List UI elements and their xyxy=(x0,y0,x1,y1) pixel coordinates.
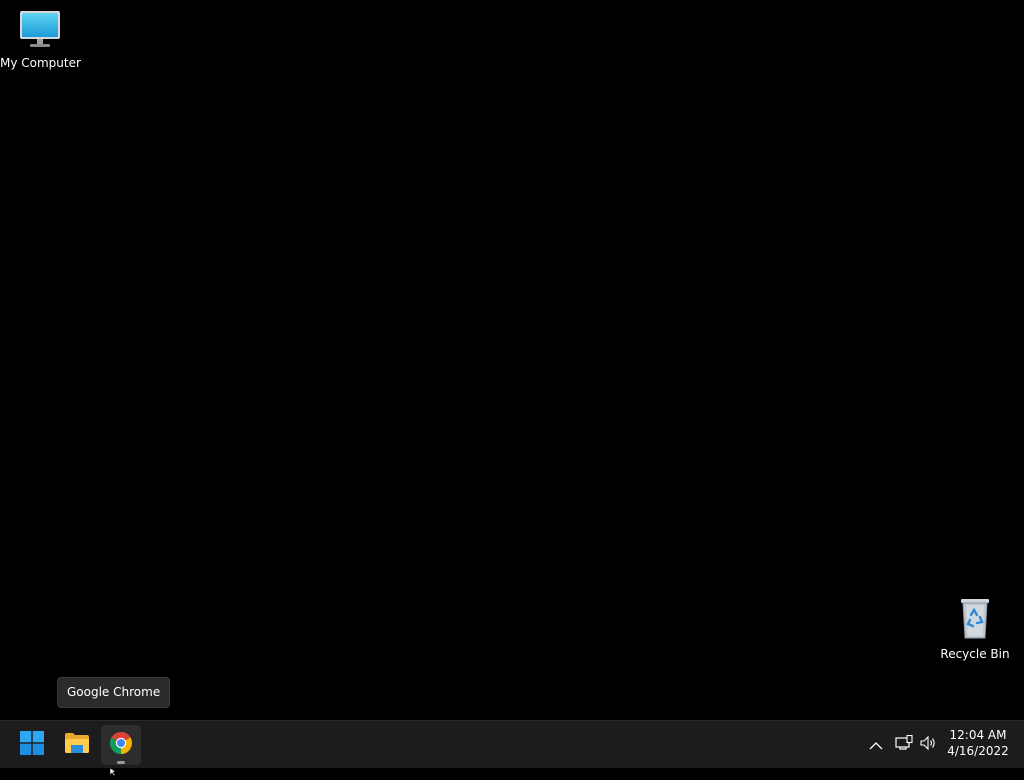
desktop-icon-label: My Computer xyxy=(0,56,81,70)
monitor-icon xyxy=(0,9,80,52)
network-icon xyxy=(895,734,913,755)
chrome-icon xyxy=(109,731,133,759)
desktop-icon-my-computer[interactable]: My Computer xyxy=(0,9,81,70)
file-explorer-button[interactable] xyxy=(57,725,97,765)
windows-logo-icon xyxy=(20,731,44,759)
chevron-up-icon xyxy=(869,736,883,755)
start-button[interactable] xyxy=(12,725,52,765)
folder-icon xyxy=(64,732,90,758)
active-app-indicator xyxy=(117,761,125,764)
clock-time: 12:04 AM xyxy=(949,728,1007,742)
desktop-icon-label: Recycle Bin xyxy=(940,647,1010,661)
clock-date: 4/16/2022 xyxy=(947,744,1009,758)
google-chrome-button[interactable] xyxy=(101,725,141,765)
volume-button[interactable] xyxy=(917,733,941,757)
show-hidden-icons-button[interactable] xyxy=(864,733,888,757)
desktop[interactable]: My Computer Recycle Bin Google Chrome xyxy=(0,0,1024,777)
taskbar: 12:04 AM 4/16/2022 xyxy=(0,720,1024,768)
recycle-bin-icon xyxy=(935,596,1015,643)
desktop-icon-recycle-bin[interactable]: Recycle Bin xyxy=(935,596,1015,661)
volume-icon xyxy=(920,735,938,755)
network-status-button[interactable] xyxy=(892,733,916,757)
taskbar-clock[interactable]: 12:04 AM 4/16/2022 xyxy=(944,727,1012,759)
taskbar-tooltip: Google Chrome xyxy=(57,677,171,708)
